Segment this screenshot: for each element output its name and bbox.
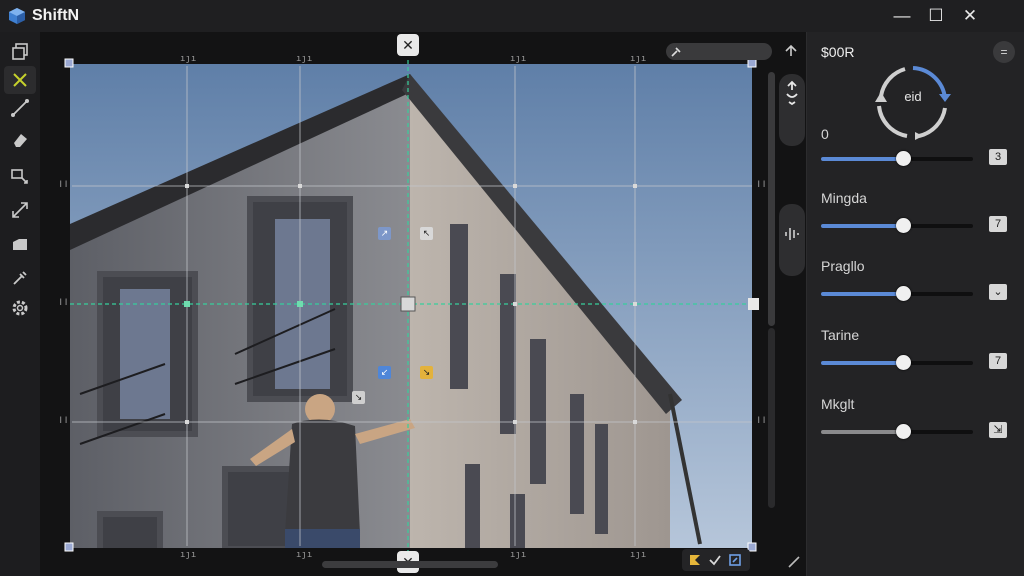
horizontal-scrollbar[interactable] <box>322 561 498 568</box>
slider-knob[interactable] <box>896 151 912 166</box>
slider-fill <box>821 361 904 365</box>
slider-label: Mingda <box>821 190 867 206</box>
slider-knob[interactable] <box>896 218 912 233</box>
vertical-scrollbar-track <box>768 328 775 508</box>
anchor-tag[interactable]: ↘ <box>420 366 433 379</box>
guide-nodes <box>184 301 303 307</box>
slider-label: Pragllo <box>821 258 865 274</box>
slider-track[interactable] <box>821 218 973 233</box>
anchor-tag[interactable]: ↙ <box>378 366 391 379</box>
center-handle <box>400 296 416 312</box>
slider-track[interactable] <box>821 151 973 166</box>
check-icon[interactable] <box>708 553 722 567</box>
anchor-tag[interactable]: ↘ <box>352 391 365 404</box>
rotation-label: eid <box>904 89 922 104</box>
slider-value-box[interactable]: ⇲ <box>989 422 1007 438</box>
slider-value-box[interactable]: 7 <box>989 216 1007 232</box>
zoom-field[interactable] <box>666 43 772 60</box>
slider-label: Tarine <box>821 327 860 343</box>
slider-value-box[interactable]: ⌄ <box>989 284 1007 300</box>
edge-handle-right <box>748 298 759 310</box>
audio-side-control[interactable] <box>779 204 805 276</box>
panel-menu-button[interactable]: = <box>993 41 1015 63</box>
scroll-up-icon[interactable] <box>784 44 798 58</box>
flag-icon[interactable] <box>688 553 702 567</box>
slider-track[interactable] <box>821 286 973 301</box>
slider-track[interactable] <box>821 424 973 439</box>
slider-value-box[interactable]: 7 <box>989 353 1007 369</box>
zoom-pin-icon <box>671 47 681 57</box>
corner-handle-tr <box>747 58 757 68</box>
slider-fill <box>821 430 904 434</box>
rotate-side-control[interactable] <box>779 74 805 146</box>
slider-fill <box>821 157 904 161</box>
slider-fill <box>821 224 904 228</box>
slider-fill <box>821 292 904 296</box>
slider-label: 0 <box>821 126 829 142</box>
corner-handle-bl <box>64 542 74 552</box>
anchor-tag[interactable]: ↖ <box>420 227 433 240</box>
corner-handle-tl <box>64 58 74 68</box>
slider-value-box[interactable]: 3 <box>989 149 1007 165</box>
panel-title: $00R <box>821 44 855 60</box>
slider-track[interactable] <box>821 355 973 370</box>
resize-grip-icon[interactable] <box>788 556 800 568</box>
rotation-wheel[interactable]: eid <box>873 62 953 142</box>
top-guide-button[interactable]: ✕ <box>397 34 419 56</box>
slider-knob[interactable] <box>896 286 912 301</box>
export-icon[interactable] <box>728 553 742 567</box>
bottom-tool-group <box>682 549 750 571</box>
anchor-tag[interactable]: ↗ <box>378 227 391 240</box>
slider-knob[interactable] <box>896 355 912 370</box>
rotate-arrows-icon <box>786 80 798 106</box>
slider-knob[interactable] <box>896 424 912 439</box>
vertical-scrollbar[interactable] <box>768 72 775 326</box>
waveform-icon <box>785 228 799 240</box>
adjustments-panel: $00R = eid 0 3 Mingda 7 Pragllo ⌄ Tarine 7 Mkglt… <box>806 32 1024 576</box>
slider-label: Mkglt <box>821 396 855 412</box>
